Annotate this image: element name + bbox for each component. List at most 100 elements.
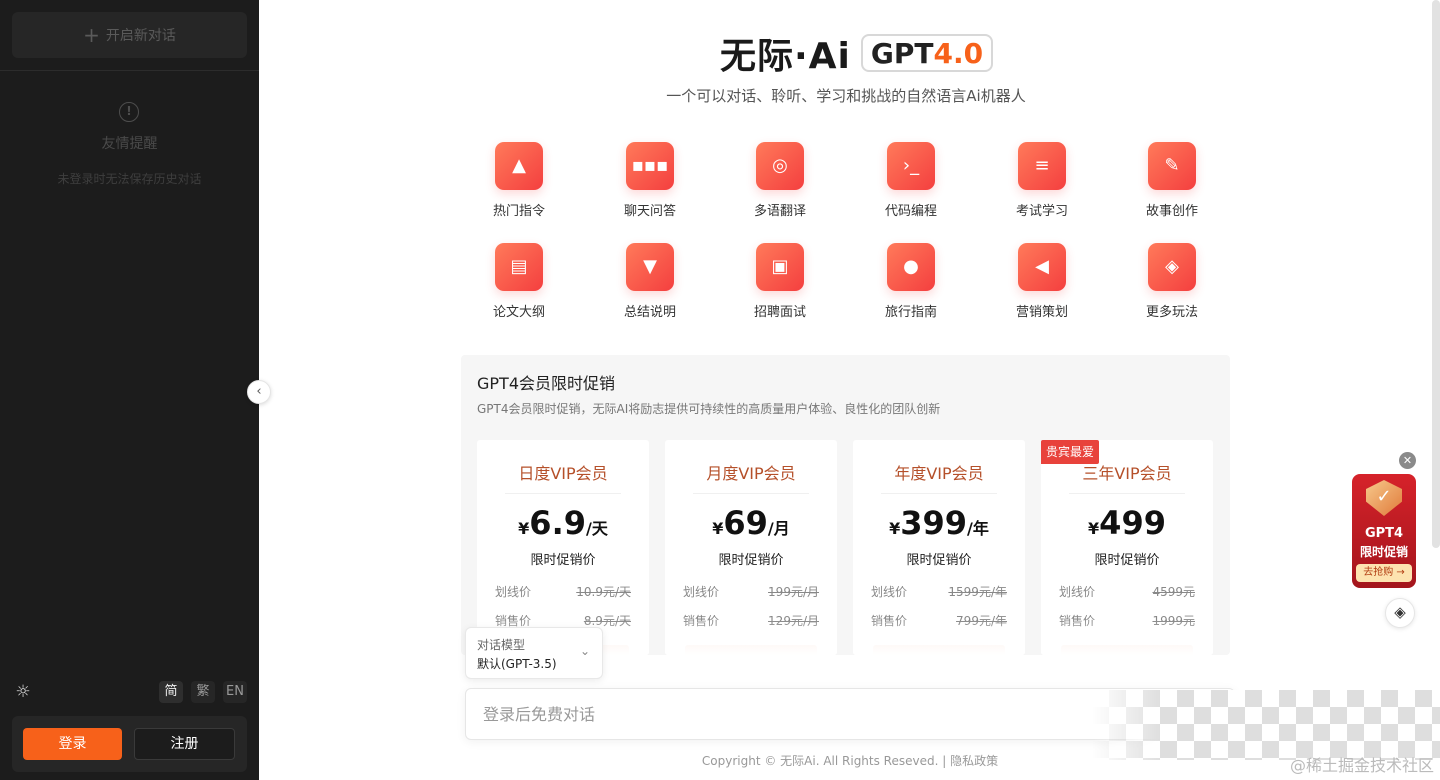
plan-price: ¥499 — [1041, 504, 1213, 542]
promo-float-line2: 限时促销 — [1359, 545, 1408, 559]
plus-icon: + — [83, 23, 100, 47]
price-label: 限时促销价 — [718, 553, 784, 568]
badge-prefix: GPT — [870, 37, 934, 70]
feature-label: 论文大纲 — [492, 305, 545, 320]
megaphone-icon: ◀ — [1018, 243, 1066, 291]
fade-overlay — [1041, 620, 1213, 655]
privacy-link[interactable]: 隐私政策 — [950, 754, 998, 768]
logo-text: 无际·Ai — [720, 36, 851, 77]
price-value: 69 — [723, 504, 768, 542]
feature-label: 更多玩法 — [1145, 305, 1198, 320]
new-chat-label: 开启新对话 — [105, 28, 176, 44]
divider — [505, 493, 621, 494]
layers-icon[interactable]: ◈ — [1385, 598, 1415, 628]
feature-recruiting[interactable]: ▣ 招聘面试 — [730, 243, 830, 320]
plan-price: ¥6.9/天 — [477, 504, 649, 542]
feature-chat-qa[interactable]: ▪▪▪ 聊天问答 — [600, 142, 700, 219]
model-select-value: 默认(GPT-3.5) — [477, 657, 557, 671]
plan-card-daily[interactable]: 日度VIP会员 ¥6.9/天 限时促销价 划线价10.9元/天 销售价8.9元/… — [477, 440, 649, 655]
list-price-row: 划线价 199元/月 — [683, 583, 819, 600]
plan-name: 年度VIP会员 — [894, 464, 984, 483]
badge-version: 4.0 — [933, 37, 984, 70]
new-chat-button[interactable]: + 开启新对话 — [12, 12, 247, 58]
list-price-value: 1599元/年 — [948, 585, 1007, 599]
feature-label: 热门指令 — [492, 204, 545, 219]
theme-toggle-sun-icon[interactable]: ☼ — [12, 681, 34, 703]
price-unit: /天 — [585, 519, 608, 538]
list-price-value: 199元/月 — [768, 585, 819, 599]
plan-card-yearly[interactable]: 年度VIP会员 ¥399/年 限时促销价 划线价1599元/年 销售价799元/… — [853, 440, 1025, 655]
watermark: @稀土掘金技术社区 — [1289, 756, 1434, 775]
feature-exam-study[interactable]: ≡ 考试学习 — [992, 142, 1092, 219]
currency-symbol: ¥ — [712, 519, 724, 538]
sidebar-divider — [0, 70, 259, 71]
layers-icon: ◈ — [1148, 243, 1196, 291]
app-title: 无际·Ai GPT4.0 — [720, 30, 994, 77]
feature-label: 考试学习 — [1015, 204, 1068, 219]
plan-card-monthly[interactable]: 月度VIP会员 ¥69/月 限时促销价 划线价199元/月 销售价129元/月 — [665, 440, 837, 655]
price-value: 499 — [1099, 504, 1166, 542]
feature-summary[interactable]: ▼ 总结说明 — [600, 243, 700, 320]
book-stack-icon: ≡ — [1018, 142, 1066, 190]
gpt-version-badge: GPT4.0 — [860, 34, 994, 72]
feature-hot-commands[interactable]: ▲ 热门指令 — [469, 142, 569, 219]
badge-crest-icon — [1366, 480, 1402, 516]
currency-symbol: ¥ — [1088, 519, 1100, 538]
price-unit: /年 — [967, 519, 989, 538]
gpt4-promo-float[interactable]: GPT4 限时促销 去抢购 → — [1352, 474, 1416, 588]
plan-name: 月度VIP会员 — [706, 464, 796, 483]
list-price-row: 划线价 4599元 — [1059, 583, 1195, 600]
price-value: 6.9 — [529, 504, 586, 542]
copyright: Copyright © 无际Ai. All Rights Reseved. | … — [0, 752, 1440, 769]
promo-title: GPT4会员限时促销 — [477, 374, 616, 393]
list-price-row: 划线价 10.9元/天 — [495, 583, 631, 600]
plan-card-three-year[interactable]: 三年VIP会员 ¥499 限时促销价 划线价4599元 销售价1999元 — [1041, 440, 1213, 655]
lang-english-button[interactable]: EN — [223, 681, 247, 703]
feature-label: 招聘面试 — [753, 305, 806, 320]
lang-traditional-button[interactable]: 繁 — [191, 681, 215, 703]
currency-symbol: ¥ — [889, 519, 901, 538]
scrollbar[interactable] — [1432, 0, 1440, 548]
feature-coding[interactable]: ›_ 代码编程 — [861, 142, 961, 219]
feature-more[interactable]: ◈ 更多玩法 — [1122, 243, 1222, 320]
collapse-sidebar-chevron-left-icon[interactable]: ‹ — [247, 380, 271, 404]
list-price-value: 10.9元/天 — [576, 585, 631, 599]
currency-symbol: ¥ — [518, 519, 530, 538]
feature-label: 多语翻译 — [753, 204, 806, 219]
feature-marketing[interactable]: ◀ 营销策划 — [992, 243, 1092, 320]
document-icon: ▤ — [495, 243, 543, 291]
list-price-key: 划线价 — [871, 585, 908, 599]
price-label: 限时促销价 — [530, 553, 596, 568]
divider — [881, 493, 997, 494]
plan-price: ¥399/年 — [853, 504, 1025, 542]
list-price-row: 划线价 1599元/年 — [871, 583, 1007, 600]
notice-text: 未登录时无法保存历史对话 — [57, 172, 202, 186]
edit-icon: ✎ — [1148, 142, 1196, 190]
close-icon[interactable]: ✕ — [1399, 452, 1416, 469]
favorite-tag: 贵宾最爱 — [1041, 440, 1100, 464]
grab-deal-button[interactable]: 去抢购 → — [1356, 564, 1412, 582]
price-label: 限时促销价 — [906, 553, 972, 568]
divider — [1069, 493, 1185, 494]
chevron-down-icon: ⌄ — [579, 644, 590, 658]
price-unit: /月 — [767, 519, 790, 538]
fade-overlay — [853, 620, 1025, 655]
fade-overlay — [665, 620, 837, 655]
price-value: 399 — [900, 504, 968, 542]
lang-simplified-button[interactable]: 简 — [159, 681, 183, 703]
feature-story-writing[interactable]: ✎ 故事创作 — [1122, 142, 1222, 219]
list-price-key: 划线价 — [495, 585, 532, 599]
plan-name: 日度VIP会员 — [518, 464, 608, 483]
feature-label: 代码编程 — [884, 204, 937, 219]
feature-travel-guide[interactable]: ● 旅行指南 — [861, 243, 961, 320]
model-select[interactable]: 对话模型 默认(GPT-3.5) ⌄ — [465, 627, 603, 679]
feature-label: 总结说明 — [623, 305, 676, 320]
transparency-background — [1092, 690, 1440, 760]
feature-label: 故事创作 — [1145, 204, 1198, 219]
feature-label: 聊天问答 — [623, 204, 676, 219]
divider — [693, 493, 809, 494]
list-price-value: 4599元 — [1152, 585, 1195, 599]
plan-price: ¥69/月 — [665, 504, 837, 542]
feature-paper-outline[interactable]: ▤ 论文大纲 — [469, 243, 569, 320]
feature-translation[interactable]: ◎ 多语翻译 — [730, 142, 830, 219]
